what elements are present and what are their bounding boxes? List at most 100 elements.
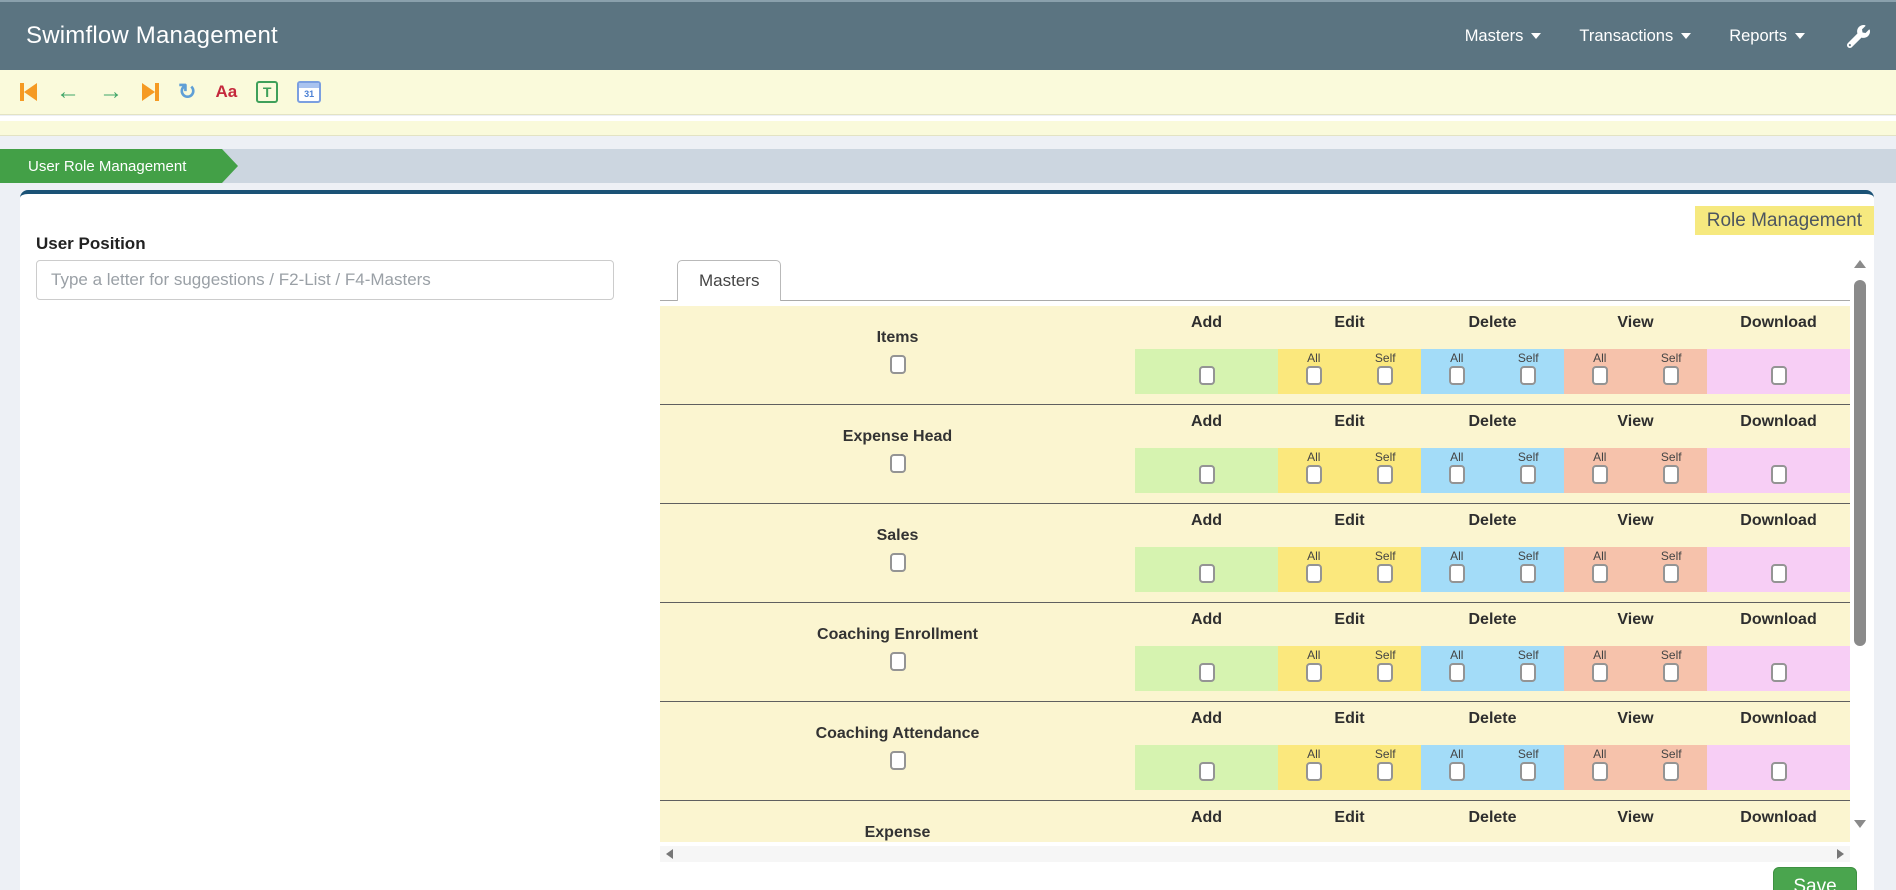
coaching-attendance-row-checkbox[interactable]: [889, 751, 906, 770]
nav-masters[interactable]: Masters: [1465, 27, 1542, 46]
first-record-icon[interactable]: [20, 79, 37, 105]
coaching-attendance-download-checkbox[interactable]: [1770, 762, 1787, 781]
coaching-attendance-delete-self-checkbox[interactable]: [1520, 762, 1537, 781]
coaching-enrollment-download-checkbox[interactable]: [1770, 663, 1787, 682]
items-view-all-checkbox[interactable]: [1591, 366, 1608, 385]
coaching-attendance-view-cell: All Self: [1564, 745, 1707, 790]
expense-head-add-checkbox[interactable]: [1198, 465, 1215, 484]
sales-delete-all-checkbox[interactable]: [1448, 564, 1465, 583]
sales-view-all-checkbox[interactable]: [1591, 564, 1608, 583]
expense-head-edit-all-checkbox[interactable]: [1305, 465, 1322, 484]
expense-head-row-checkbox[interactable]: [889, 454, 906, 473]
coaching-attendance-view-self-checkbox[interactable]: [1663, 762, 1680, 781]
user-position-input[interactable]: [36, 260, 614, 300]
table-horizontal-scrollbar[interactable]: [660, 846, 1850, 862]
coaching-enrollment-edit-all-checkbox[interactable]: [1305, 663, 1322, 682]
nav-transactions[interactable]: Transactions: [1579, 27, 1692, 46]
column-header-edit: Edit: [1334, 710, 1365, 727]
column-header-delete: Delete: [1468, 413, 1517, 430]
sub-label-all: All: [1450, 549, 1464, 563]
expense-head-delete-self-checkbox[interactable]: [1520, 465, 1537, 484]
font-case-icon[interactable]: Aa: [215, 79, 237, 105]
sales-view-self-checkbox[interactable]: [1663, 564, 1680, 583]
sub-label-self: Self: [1660, 747, 1682, 761]
refresh-icon[interactable]: ↻: [178, 79, 196, 105]
items-delete-all-checkbox[interactable]: [1448, 366, 1465, 385]
sub-label-self: Self: [1517, 351, 1539, 365]
column-header-view: View: [1617, 710, 1654, 727]
items-view-self-checkbox[interactable]: [1663, 366, 1680, 385]
scroll-right-icon[interactable]: [1837, 849, 1844, 859]
scroll-down-icon[interactable]: [1854, 820, 1866, 828]
nav-reports[interactable]: Reports: [1729, 27, 1805, 46]
items-edit-self-checkbox[interactable]: [1377, 366, 1394, 385]
sub-label-self: Self: [1660, 450, 1682, 464]
expense-head-view-self-checkbox[interactable]: [1663, 465, 1680, 484]
coaching-attendance-edit-self-checkbox[interactable]: [1377, 762, 1394, 781]
next-record-icon[interactable]: →: [99, 79, 123, 105]
scroll-left-icon[interactable]: [666, 849, 673, 859]
tab-masters[interactable]: Masters: [677, 260, 782, 301]
items-row-checkbox[interactable]: [889, 355, 906, 374]
coaching-enrollment-delete-all-checkbox[interactable]: [1448, 663, 1465, 682]
coaching-attendance-edit-all-checkbox[interactable]: [1305, 762, 1322, 781]
sales-row-checkbox[interactable]: [889, 553, 906, 572]
column-header-add: Add: [1190, 512, 1223, 529]
permissions-table: Items Add Edit Delete View Download All Self All…: [660, 306, 1850, 842]
nav-masters-label: Masters: [1464, 26, 1524, 45]
permission-row-coaching-enrollment: Coaching Enrollment Add Edit Delete View Down…: [660, 603, 1850, 702]
sales-download-checkbox[interactable]: [1770, 564, 1787, 583]
expense-head-view-all-checkbox[interactable]: [1591, 465, 1608, 484]
items-add-checkbox[interactable]: [1198, 366, 1215, 385]
previous-record-icon[interactable]: ←: [56, 79, 80, 105]
row-name: Sales: [876, 527, 919, 544]
expense-head-edit-self-checkbox[interactable]: [1377, 465, 1394, 484]
coaching-attendance-view-all-checkbox[interactable]: [1591, 762, 1608, 781]
coaching-enrollment-view-self-checkbox[interactable]: [1663, 663, 1680, 682]
last-record-icon[interactable]: [142, 79, 159, 105]
coaching-enrollment-download-cell: [1707, 646, 1850, 691]
calendar-icon[interactable]: 31: [297, 79, 322, 105]
sales-edit-all-checkbox[interactable]: [1305, 564, 1322, 583]
sub-label-self: Self: [1374, 648, 1396, 662]
expense-head-edit-cell: All Self: [1278, 448, 1421, 493]
save-button[interactable]: Save: [1773, 867, 1857, 890]
row-name: Coaching Enrollment: [817, 626, 978, 643]
main-nav: Masters Transactions Reports: [1465, 24, 1870, 48]
wrench-icon[interactable]: [1847, 24, 1870, 48]
column-header-delete: Delete: [1468, 314, 1517, 331]
sales-view-cell: All Self: [1564, 547, 1707, 592]
sales-edit-self-checkbox[interactable]: [1377, 564, 1394, 583]
items-download-checkbox[interactable]: [1770, 366, 1787, 385]
items-edit-all-checkbox[interactable]: [1305, 366, 1322, 385]
scroll-up-icon[interactable]: [1854, 260, 1866, 268]
nav-reports-label: Reports: [1729, 26, 1787, 45]
coaching-attendance-add-checkbox[interactable]: [1198, 762, 1215, 781]
items-delete-self-checkbox[interactable]: [1520, 366, 1537, 385]
expense-head-delete-all-checkbox[interactable]: [1448, 465, 1465, 484]
sales-delete-self-checkbox[interactable]: [1520, 564, 1537, 583]
column-header-view: View: [1617, 314, 1654, 331]
table-vertical-scrollbar[interactable]: [1852, 256, 1868, 842]
coaching-enrollment-view-all-checkbox[interactable]: [1591, 663, 1608, 682]
coaching-enrollment-row-checkbox[interactable]: [889, 652, 906, 671]
coaching-enrollment-delete-self-checkbox[interactable]: [1520, 663, 1537, 682]
breadcrumb[interactable]: User Role Management: [0, 149, 238, 183]
coaching-attendance-delete-all-checkbox[interactable]: [1448, 762, 1465, 781]
sub-label-all: All: [1593, 450, 1607, 464]
chevron-down-icon: [1681, 33, 1692, 39]
column-header-delete: Delete: [1468, 512, 1517, 529]
coaching-enrollment-edit-self-checkbox[interactable]: [1377, 663, 1394, 682]
chevron-down-icon: [1531, 33, 1542, 39]
items-add-cell: [1135, 349, 1278, 394]
text-field-icon[interactable]: T: [256, 79, 279, 105]
expense-head-download-checkbox[interactable]: [1770, 465, 1787, 484]
permission-row-items: Items Add Edit Delete View Download All Self All…: [660, 306, 1850, 405]
sales-add-checkbox[interactable]: [1198, 564, 1215, 583]
vertical-scrollbar-thumb[interactable]: [1854, 280, 1866, 646]
coaching-enrollment-add-checkbox[interactable]: [1198, 663, 1215, 682]
column-header-view: View: [1617, 413, 1654, 430]
sales-add-cell: [1135, 547, 1278, 592]
row-name: Expense Head: [842, 428, 953, 445]
column-header-add: Add: [1190, 710, 1223, 727]
